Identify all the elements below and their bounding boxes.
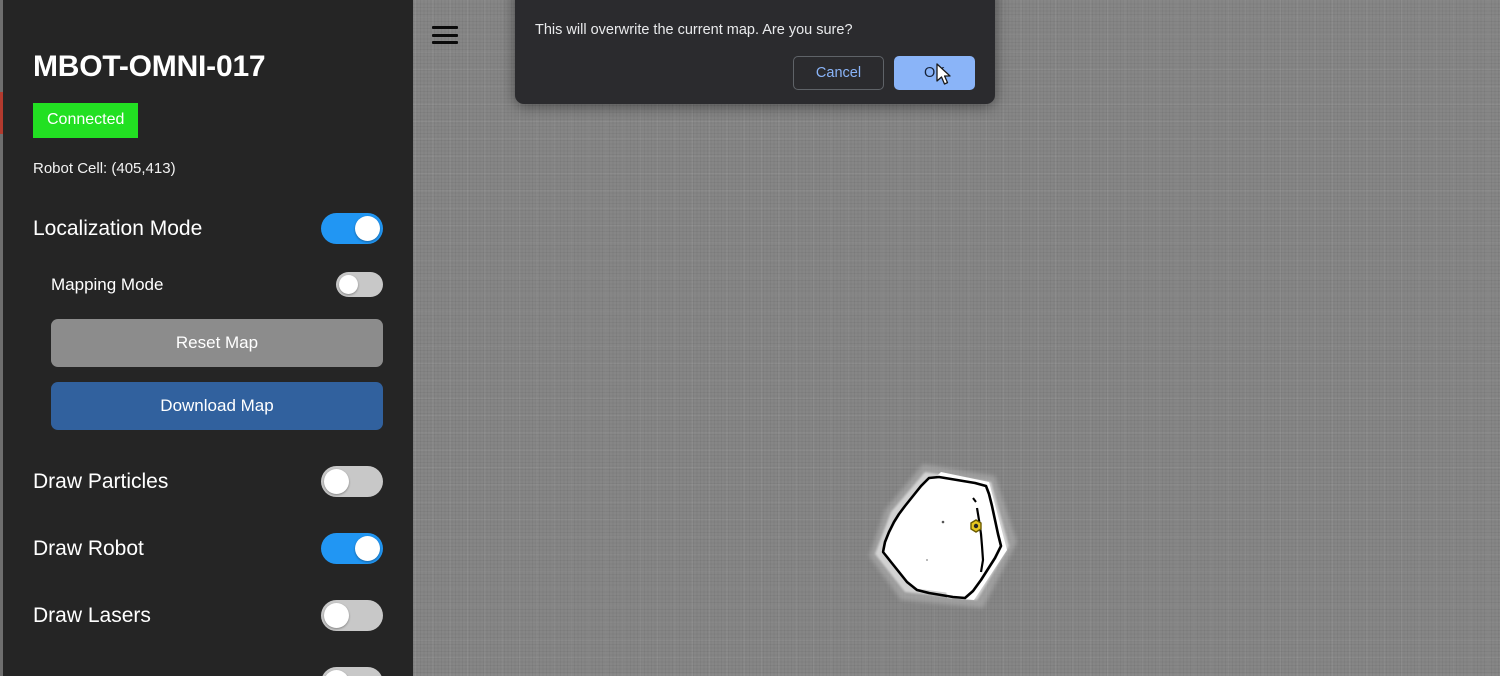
map-dot: [926, 559, 928, 561]
toggle-knob: [324, 670, 349, 676]
hamburger-bar: [432, 33, 458, 37]
control-row-draw-particles: Draw Particles: [33, 466, 383, 497]
toggle-knob: [355, 216, 380, 241]
toggle-knob: [324, 603, 349, 628]
draw-lasers-toggle[interactable]: [321, 600, 383, 631]
dialog-message: This will overwrite the current map. Are…: [535, 22, 853, 38]
cancel-button[interactable]: Cancel: [792, 56, 885, 90]
occupancy-grid-map: [869, 464, 1017, 608]
hamburger-bar: [432, 26, 458, 29]
robot-cell-readout: Robot Cell: (405,413): [33, 160, 176, 177]
control-row-mapping-mode: Mapping Mode: [33, 272, 383, 297]
partially-visible-toggle[interactable]: [321, 667, 383, 676]
dialog-actions: Cancel OK: [535, 56, 975, 90]
hamburger-menu-icon[interactable]: [432, 24, 458, 46]
draw-particles-label: Draw Particles: [33, 469, 169, 493]
download-map-button[interactable]: Download Map: [51, 382, 383, 430]
confirm-dialog: This will overwrite the current map. Are…: [515, 0, 995, 104]
robot-marker: [970, 519, 982, 533]
control-row-partially-visible: [33, 667, 383, 676]
page-title: MBOT-OMNI-017: [33, 50, 266, 83]
reset-map-button[interactable]: Reset Map: [51, 319, 383, 367]
draw-particles-toggle[interactable]: [321, 466, 383, 497]
mapping-mode-toggle[interactable]: [336, 272, 383, 297]
ok-button[interactable]: OK: [894, 56, 975, 90]
toggle-knob: [324, 469, 349, 494]
control-row-draw-robot: Draw Robot: [33, 533, 383, 564]
control-row-localization-mode: Localization Mode: [33, 213, 383, 244]
draw-robot-label: Draw Robot: [33, 536, 144, 560]
control-sidebar: MBOT-OMNI-017 Connected Robot Cell: (405…: [3, 0, 413, 676]
map-dot: [941, 520, 945, 524]
toggle-knob: [339, 275, 358, 294]
hamburger-bar: [432, 41, 458, 44]
mapping-mode-label: Mapping Mode: [51, 274, 164, 294]
localization-mode-toggle[interactable]: [321, 213, 383, 244]
status-badge: Connected: [33, 103, 139, 138]
toggle-knob: [355, 536, 380, 561]
localization-mode-label: Localization Mode: [33, 216, 203, 240]
draw-robot-toggle[interactable]: [321, 533, 383, 564]
control-row-draw-lasers: Draw Lasers: [33, 600, 383, 631]
draw-lasers-label: Draw Lasers: [33, 603, 151, 627]
